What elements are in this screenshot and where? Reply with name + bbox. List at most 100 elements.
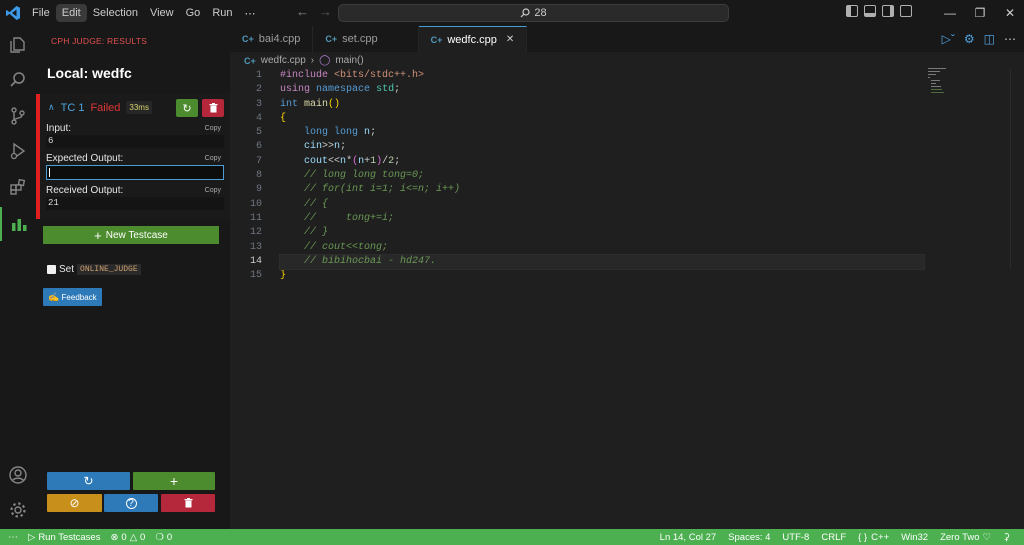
notifications-bell-icon[interactable]: ⚳ [1003, 532, 1010, 543]
menu-edit[interactable]: Edit [55, 4, 87, 22]
new-testcase-button[interactable]: + New Testcase [43, 226, 219, 244]
theme-label: Zero Two [940, 531, 980, 543]
command-center-search[interactable]: 28 [338, 4, 729, 22]
code-line[interactable]: cout<<n*(n+1)/2; [280, 155, 924, 169]
new-testcase-label: New Testcase [105, 229, 168, 241]
theme-status[interactable]: Zero Two ♡ [940, 532, 991, 543]
line-ending[interactable]: CRLF [821, 532, 846, 543]
delete-all-button[interactable] [161, 494, 215, 512]
menu-selection[interactable]: Selection [87, 4, 144, 22]
add-testcase-button[interactable]: + [133, 472, 215, 490]
cpp-file-icon: C+ [430, 34, 443, 45]
restore-icon[interactable]: ❐ [965, 6, 995, 20]
manage-gear-icon[interactable] [0, 493, 36, 527]
code-line[interactable]: // cout<<tong; [280, 241, 924, 255]
language-label: C++ [871, 531, 890, 543]
toggle-secondary-sidebar-icon[interactable] [882, 5, 894, 17]
testcase-header[interactable]: ∧ TC 1 Failed 33ms [48, 101, 152, 114]
rerun-testcase-button[interactable]: ↻ [176, 99, 198, 117]
code-line[interactable]: } [280, 269, 924, 283]
toggle-primary-sidebar-icon[interactable] [846, 5, 858, 17]
run-code-icon[interactable]: ▷ˇ [942, 32, 955, 46]
explorer-icon[interactable] [0, 28, 36, 62]
platform[interactable]: Win32 [901, 532, 928, 543]
code-content[interactable]: #include <bits/stdc++.h> using namespace … [279, 69, 925, 283]
problems-status[interactable]: ⊗ 0 △ 0 [110, 532, 145, 543]
menu-run[interactable]: Run [206, 4, 238, 22]
ports-status[interactable]: ❍ 0 [155, 532, 172, 543]
text-cursor [49, 168, 50, 177]
account-icon[interactable] [0, 458, 36, 492]
chevron-up-icon[interactable]: ∧ [48, 102, 55, 113]
extensions-icon[interactable] [0, 170, 36, 204]
code-line[interactable]: // bibihocbai - hd247. [279, 253, 925, 271]
input-value[interactable]: 6 [46, 135, 224, 148]
encoding[interactable]: UTF-8 [782, 532, 809, 543]
breadcrumb-symbol[interactable]: main() [335, 55, 363, 66]
window-controls: — ❐ ✕ [935, 0, 1024, 26]
cursor-position[interactable]: Ln 14, Col 27 [660, 532, 717, 543]
tab-set[interactable]: C+ set.cpp [313, 26, 419, 52]
run-testcases-status[interactable]: ▷ Run Testcases [28, 532, 100, 543]
source-control-icon[interactable] [0, 99, 36, 133]
tab-wedfc[interactable]: C+ wedfc.cpp ✕ [418, 26, 528, 52]
menu-view[interactable]: View [144, 4, 180, 22]
minimap[interactable] [928, 68, 998, 98]
indentation[interactable]: Spaces: 4 [728, 532, 770, 543]
tab-label: set.cpp [342, 33, 378, 45]
close-tab-icon[interactable]: ✕ [506, 34, 514, 45]
input-label: Input: [46, 123, 72, 134]
forward-arrow-icon[interactable]: → [319, 4, 332, 19]
run-all-button[interactable]: ↻ [47, 472, 130, 490]
editor-tabs: C+ bai4.cpp C+ set.cpp C+ wedfc.cpp ✕ ▷ˇ… [230, 26, 1024, 52]
warning-count: 0 [140, 531, 146, 543]
copy-received-button[interactable]: Copy [205, 187, 221, 194]
code-line[interactable]: cin>>n; [280, 140, 924, 154]
cancel-icon: ⊘ [69, 496, 80, 510]
more-actions-icon[interactable]: ⋯ [1004, 32, 1016, 46]
cph-judge-icon[interactable] [0, 207, 36, 241]
feedback-button[interactable]: ✍ Feedback [43, 288, 102, 306]
code-line[interactable]: #include <bits/stdc++.h> [280, 69, 924, 83]
online-judge-code: ONLINE_JUDGE [77, 264, 141, 275]
code-line[interactable]: int main() [280, 98, 924, 112]
copy-expected-button[interactable]: Copy [205, 155, 221, 162]
code-line[interactable]: // } [280, 226, 924, 240]
code-line[interactable]: using namespace std; [280, 83, 924, 97]
run-debug-icon[interactable] [0, 134, 36, 168]
copy-input-button[interactable]: Copy [205, 125, 221, 132]
code-line[interactable]: // long long tong=0; [280, 169, 924, 183]
split-editor-icon[interactable]: ◫ [984, 32, 995, 46]
tab-bai4[interactable]: C+ bai4.cpp [230, 26, 314, 52]
line-number: 14 [249, 255, 262, 267]
menu-more[interactable]: ⋯ [239, 4, 262, 23]
editor-scrollbar[interactable] [1010, 69, 1020, 269]
code-line[interactable]: // for(int i=1; i<=n; i++) [280, 183, 924, 197]
menu-file[interactable]: File [26, 4, 56, 22]
settings-gear-icon[interactable]: ⚙ [964, 32, 975, 46]
toggle-panel-icon[interactable] [864, 5, 876, 17]
error-icon: ⊗ [110, 531, 119, 543]
language-mode[interactable]: { } C++ [858, 532, 889, 543]
code-line[interactable]: long long n; [280, 126, 924, 140]
code-line[interactable]: // tong+=i; [280, 212, 924, 226]
cpp-file-icon: C+ [242, 34, 254, 44]
search-view-icon[interactable] [0, 63, 36, 97]
online-judge-checkbox[interactable] [47, 265, 56, 274]
help-button[interactable]: ? [104, 494, 158, 512]
remote-icon[interactable]: ⋯ [8, 532, 18, 543]
customize-layout-icon[interactable] [900, 5, 912, 17]
code-line[interactable]: // { [280, 198, 924, 212]
breadcrumb-file[interactable]: wedfc.cpp [261, 55, 306, 66]
code-line[interactable]: { [280, 112, 924, 126]
cpp-file-icon: C+ [325, 34, 338, 44]
close-icon[interactable]: ✕ [995, 6, 1024, 20]
delete-testcase-button[interactable] [202, 99, 224, 117]
minimize-icon[interactable]: — [935, 6, 965, 20]
menu-go[interactable]: Go [180, 4, 207, 22]
back-arrow-icon[interactable]: ← [296, 4, 309, 19]
online-judge-option: Set ONLINE_JUDGE [47, 264, 141, 275]
stop-button[interactable]: ⊘ [47, 494, 102, 512]
local-problem-title: Local: wedfc [47, 65, 132, 81]
expected-output-field[interactable] [46, 165, 224, 180]
